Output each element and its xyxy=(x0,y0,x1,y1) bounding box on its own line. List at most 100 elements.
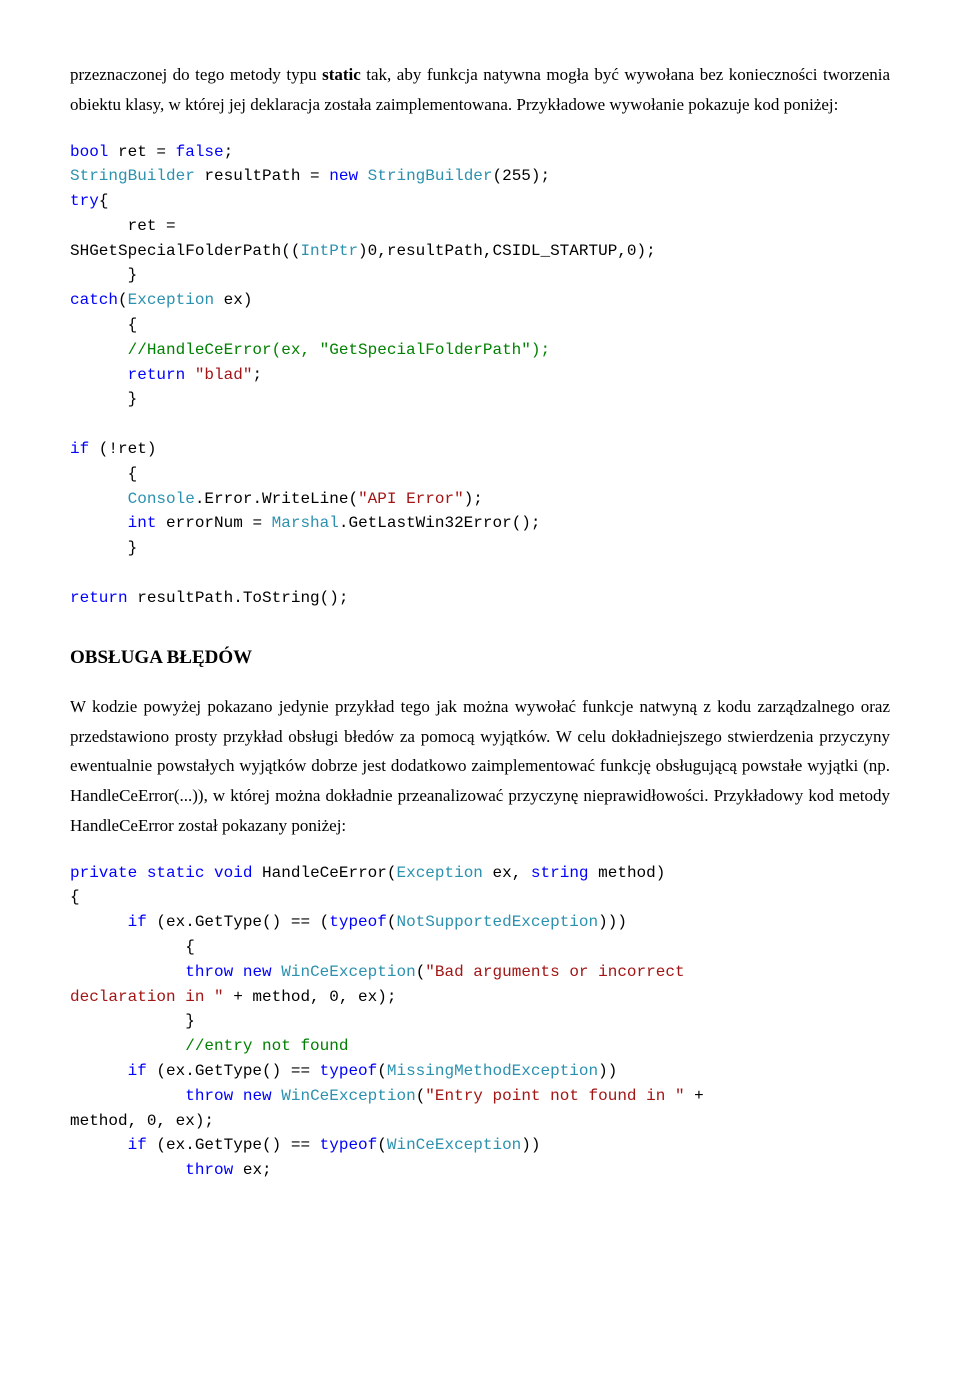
code-token: ( xyxy=(377,1062,387,1080)
code-token: Exception xyxy=(396,864,482,882)
code-token: (ex.GetType() == ( xyxy=(147,913,329,931)
code-token: //entry not found xyxy=(70,1037,348,1055)
code-token xyxy=(70,1087,185,1105)
code-token xyxy=(204,864,214,882)
code-token xyxy=(70,963,185,981)
code-token: typeof xyxy=(320,1062,378,1080)
code-token xyxy=(358,167,368,185)
code-token: new xyxy=(243,1087,272,1105)
code-token: int xyxy=(128,514,157,532)
code-token: )0,resultPath,CSIDL_STARTUP,0); xyxy=(358,242,656,260)
code-token: + xyxy=(685,1087,704,1105)
code-token: method) xyxy=(589,864,666,882)
code-token: declaration in " xyxy=(70,988,224,1006)
code-token: resultPath = xyxy=(195,167,329,185)
code-token: bool xyxy=(70,143,108,161)
code-token: } xyxy=(70,266,137,284)
code-token: throw xyxy=(185,963,233,981)
code-token: } xyxy=(70,539,137,557)
code-token: { xyxy=(70,316,137,334)
code-token: method, 0, ex); xyxy=(70,1112,214,1130)
code-token: private xyxy=(70,864,137,882)
code-token: resultPath.ToString(); xyxy=(128,589,349,607)
code-token: ret = xyxy=(108,143,175,161)
code-token xyxy=(272,1087,282,1105)
code-token: "API Error" xyxy=(358,490,464,508)
code-token: if xyxy=(128,1136,147,1154)
code-token xyxy=(70,1161,185,1179)
code-token: new xyxy=(329,167,358,185)
code-token: )) xyxy=(598,1062,617,1080)
code-token: } xyxy=(70,1012,195,1030)
code-token: WinCeException xyxy=(281,963,415,981)
code-token: if xyxy=(128,1062,147,1080)
code-token xyxy=(233,963,243,981)
code-token: StringBuilder xyxy=(70,167,195,185)
code-token: "Entry point not found in " xyxy=(425,1087,684,1105)
code-token: if xyxy=(70,440,89,458)
para1-pre: przeznaczonej do tego metody typu xyxy=(70,65,322,84)
code-token: void xyxy=(214,864,252,882)
code-token: SHGetSpecialFolderPath(( xyxy=(70,242,300,260)
code-token xyxy=(70,514,128,532)
code-token: { xyxy=(99,192,109,210)
code-token: NotSupportedException xyxy=(396,913,598,931)
code-token: ( xyxy=(416,1087,426,1105)
code-token: ex) xyxy=(214,291,252,309)
code-token: ; xyxy=(224,143,234,161)
code-token: "Bad arguments or incorrect xyxy=(425,963,684,981)
para1-bold: static xyxy=(322,65,361,84)
code-token: Marshal xyxy=(272,514,339,532)
code-token: ex, xyxy=(483,864,531,882)
code-token xyxy=(272,963,282,981)
code-token: { xyxy=(70,888,80,906)
paragraph-1: przeznaczonej do tego metody typu static… xyxy=(70,60,890,120)
code-token: } xyxy=(70,390,137,408)
code-token xyxy=(137,864,147,882)
code-token xyxy=(70,490,128,508)
code-token: return xyxy=(128,366,186,384)
code-token: false xyxy=(176,143,224,161)
code-token: ; xyxy=(252,366,262,384)
code-token: Exception xyxy=(128,291,214,309)
code-token: IntPtr xyxy=(300,242,358,260)
code-token xyxy=(185,366,195,384)
code-token xyxy=(233,1087,243,1105)
code-token: (ex.GetType() == xyxy=(147,1062,320,1080)
code-token xyxy=(70,913,128,931)
code-token: WinCeException xyxy=(387,1136,521,1154)
code-token: Console xyxy=(128,490,195,508)
code-block-2: private static void HandleCeError(Except… xyxy=(70,861,890,1183)
code-token: return xyxy=(70,589,128,607)
code-token: new xyxy=(243,963,272,981)
code-token: ))) xyxy=(598,913,627,931)
code-token: static xyxy=(147,864,205,882)
code-token: )) xyxy=(521,1136,540,1154)
code-token: errorNum = xyxy=(156,514,271,532)
code-token: ex; xyxy=(233,1161,271,1179)
code-token: { xyxy=(70,938,195,956)
code-token: StringBuilder xyxy=(368,167,493,185)
code-token: .GetLastWin32Error(); xyxy=(339,514,541,532)
code-token: MissingMethodException xyxy=(387,1062,598,1080)
code-token: (255); xyxy=(493,167,551,185)
code-token: (ex.GetType() == xyxy=(147,1136,320,1154)
code-token: (!ret) xyxy=(89,440,156,458)
code-token: .Error.WriteLine( xyxy=(195,490,358,508)
code-token xyxy=(70,1062,128,1080)
code-token: "blad" xyxy=(195,366,253,384)
code-token: string xyxy=(531,864,589,882)
code-token: { xyxy=(70,465,137,483)
code-token: try xyxy=(70,192,99,210)
code-token: if xyxy=(128,913,147,931)
code-token: HandleCeError( xyxy=(252,864,396,882)
code-token: ( xyxy=(416,963,426,981)
code-token: ( xyxy=(118,291,128,309)
code-token xyxy=(70,366,128,384)
code-token: ( xyxy=(377,1136,387,1154)
code-token: catch xyxy=(70,291,118,309)
code-token: ret = xyxy=(70,217,176,235)
code-token: + method, 0, ex); xyxy=(224,988,397,1006)
code-token: ); xyxy=(464,490,483,508)
code-token xyxy=(70,1136,128,1154)
